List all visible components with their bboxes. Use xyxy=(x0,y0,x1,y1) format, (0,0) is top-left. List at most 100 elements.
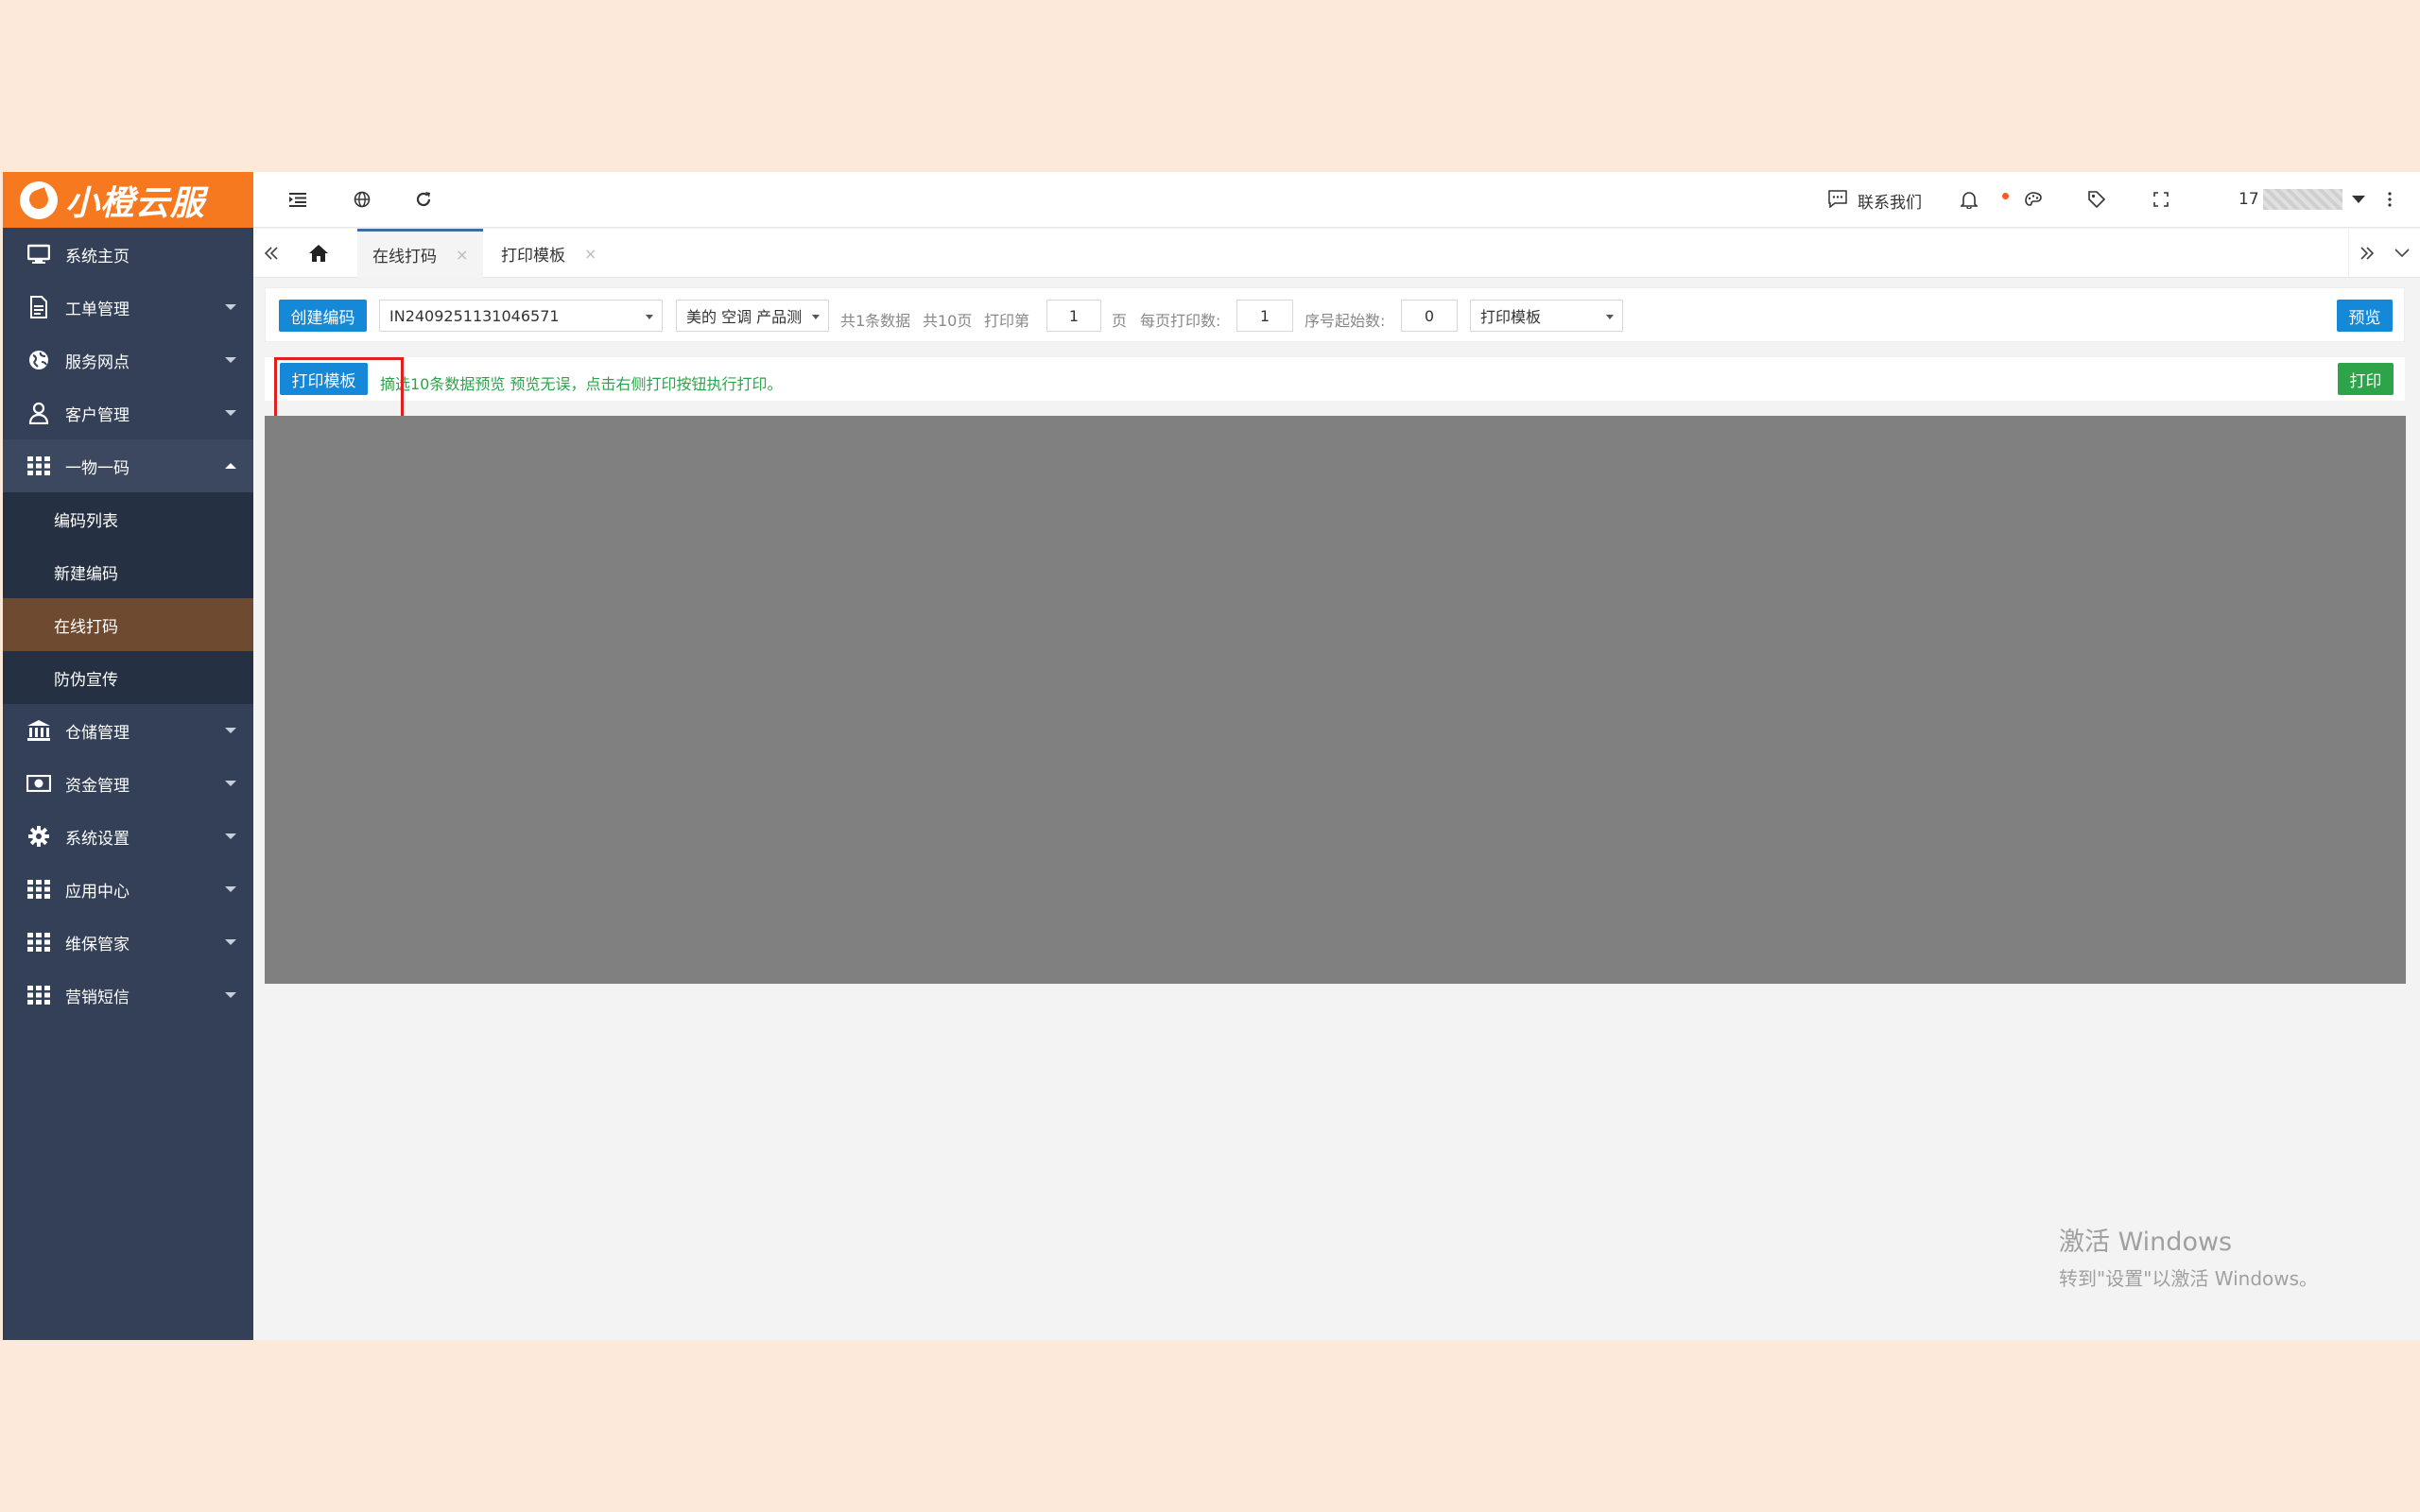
print-page-input[interactable] xyxy=(1046,300,1101,332)
chevron-down-icon xyxy=(225,357,236,363)
more-vertical-icon[interactable] xyxy=(2376,185,2404,214)
monitor-icon xyxy=(26,241,52,267)
sidebar-subitem-code-list[interactable]: 编码列表 xyxy=(3,492,253,545)
sidebar-item-label: 工单管理 xyxy=(65,300,130,319)
grid-icon xyxy=(26,453,52,479)
sidebar-subitem-label: 新建编码 xyxy=(54,564,118,584)
chevron-down-icon xyxy=(225,304,236,310)
chevron-down-icon xyxy=(225,992,236,998)
create-code-button[interactable]: 创建编码 xyxy=(279,300,367,332)
tab-bar: 在线打码 × 打印模板 × xyxy=(253,229,2420,278)
sidebar-item-label: 仓储管理 xyxy=(65,723,130,743)
tag-icon[interactable] xyxy=(2083,185,2111,214)
total-records: 共1条数据 xyxy=(840,312,911,330)
print-preview-area xyxy=(265,416,2406,984)
product-select[interactable]: 美的 空调 产品测 xyxy=(676,300,829,332)
submenu-one-code: 编码列表 新建编码 在线打码 防伪宣传 xyxy=(3,492,253,704)
logo-icon xyxy=(20,180,58,219)
menu-toggle-icon[interactable] xyxy=(284,185,312,214)
sidebar-item-app-center[interactable]: 应用中心 xyxy=(3,863,253,916)
grid-icon xyxy=(26,929,52,955)
user-name: 17 xyxy=(2238,190,2259,209)
tabs-scroll-left-icon[interactable] xyxy=(253,229,289,278)
sidebar-item-label: 客户管理 xyxy=(65,405,130,425)
home-icon[interactable] xyxy=(301,229,337,278)
sidebar-item-label: 一物一码 xyxy=(65,458,130,478)
sidebar-item-label: 系统主页 xyxy=(65,247,130,266)
print-template-button[interactable]: 打印模板 xyxy=(280,363,368,395)
theme-icon[interactable] xyxy=(2019,185,2048,214)
sidebar-item-customers[interactable]: 客户管理 xyxy=(3,387,253,439)
contact-us-label: 联系我们 xyxy=(1858,194,1922,213)
seq-start-label: 序号起始数: xyxy=(1305,312,1386,330)
sidebar-subitem-new-code[interactable]: 新建编码 xyxy=(3,545,253,598)
tab-print-template[interactable]: 打印模板 × xyxy=(486,229,612,278)
sidebar-item-home[interactable]: 系统主页 xyxy=(3,228,253,281)
tabs-scroll-right-icon[interactable] xyxy=(2348,229,2384,278)
code-select[interactable]: IN2409251131046571 xyxy=(379,300,663,332)
chevron-down-icon xyxy=(225,833,236,839)
chevron-down-icon xyxy=(225,410,236,416)
sidebar-item-service-points[interactable]: 服务网点 xyxy=(3,334,253,387)
tab-label: 打印模板 xyxy=(501,246,565,266)
app-window: 小橙云服 系统主页 工单管理 服务网点 客户管理 一物一码 编码列表 新建编码 … xyxy=(3,172,2420,1340)
sidebar-item-warehouse[interactable]: 仓储管理 xyxy=(3,704,253,757)
close-icon[interactable]: × xyxy=(456,246,468,264)
print-page-suffix: 页 xyxy=(1112,312,1128,330)
sidebar-subitem-label: 防伪宣传 xyxy=(54,670,118,690)
sidebar-item-funds[interactable]: 资金管理 xyxy=(3,757,253,810)
sidebar-item-label: 营销短信 xyxy=(65,988,130,1007)
money-icon xyxy=(26,770,52,797)
sidebar-item-label: 资金管理 xyxy=(65,776,130,796)
globe-icon[interactable] xyxy=(348,185,376,214)
print-action-bar: 打印模板 摘选10条数据预览 预览无误，点击右侧打印按钮执行打印。 打印 xyxy=(265,357,2405,401)
sidebar: 小橙云服 系统主页 工单管理 服务网点 客户管理 一物一码 编码列表 新建编码 … xyxy=(3,172,253,1340)
user-menu[interactable]: 17 xyxy=(2238,189,2365,210)
per-page-label: 每页打印数: xyxy=(1140,312,1221,330)
sidebar-subitem-online-print[interactable]: 在线打码 xyxy=(3,598,253,651)
logo-text: 小橙云服 xyxy=(65,183,206,223)
code-select-value: IN2409251131046571 xyxy=(389,306,560,325)
chevron-down-icon xyxy=(812,315,820,319)
user-name-redacted xyxy=(2262,189,2342,210)
sidebar-item-maintenance[interactable]: 维保管家 xyxy=(3,916,253,969)
sidebar-item-one-code[interactable]: 一物一码 xyxy=(3,439,253,492)
chevron-down-icon xyxy=(225,939,236,945)
chevron-up-icon xyxy=(225,463,236,469)
print-toolbar: 创建编码 IN2409251131046571 美的 空调 产品测 共1条数据 … xyxy=(265,287,2405,342)
tabs-dropdown-icon[interactable] xyxy=(2384,229,2420,278)
windows-activation-watermark: 激活 Windows 转到"设置"以激活 Windows。 xyxy=(2059,1221,2318,1291)
contact-us-button[interactable]: 联系我们 xyxy=(1827,189,1922,213)
gear-icon xyxy=(26,823,52,850)
logo[interactable]: 小橙云服 xyxy=(3,172,253,228)
per-page-input[interactable] xyxy=(1236,300,1293,332)
chevron-down-icon xyxy=(225,728,236,733)
refresh-icon[interactable] xyxy=(409,185,438,214)
watermark-line1: 激活 Windows xyxy=(2059,1228,2233,1257)
print-button[interactable]: 打印 xyxy=(2338,363,2394,395)
chevron-down-icon xyxy=(2351,196,2365,203)
sidebar-subitem-anti-fake[interactable]: 防伪宣传 xyxy=(3,651,253,704)
bank-icon xyxy=(26,717,52,744)
print-page-prefix: 打印第 xyxy=(984,312,1030,330)
sidebar-item-label: 维保管家 xyxy=(65,935,130,954)
total-pages: 共10页 xyxy=(923,312,973,330)
template-select[interactable]: 打印模板 xyxy=(1470,300,1623,332)
close-icon[interactable]: × xyxy=(584,245,596,263)
tab-online-print[interactable]: 在线打码 × xyxy=(357,229,484,278)
bell-icon[interactable] xyxy=(1955,185,1983,214)
chevron-down-icon xyxy=(1606,315,1614,319)
watermark-line2: 转到"设置"以激活 Windows。 xyxy=(2059,1267,2319,1290)
sidebar-item-workorder[interactable]: 工单管理 xyxy=(3,281,253,334)
template-select-value: 打印模板 xyxy=(1480,308,1542,326)
sidebar-subitem-label: 编码列表 xyxy=(54,511,118,531)
grid-icon xyxy=(26,982,52,1008)
seq-start-input[interactable] xyxy=(1401,300,1458,332)
sidebar-item-sms[interactable]: 营销短信 xyxy=(3,969,253,1022)
sidebar-item-label: 系统设置 xyxy=(65,829,130,849)
sidebar-item-label: 服务网点 xyxy=(65,352,130,372)
sidebar-item-settings[interactable]: 系统设置 xyxy=(3,810,253,863)
preview-button[interactable]: 预览 xyxy=(2337,300,2393,332)
chevron-down-icon xyxy=(225,886,236,892)
fullscreen-icon[interactable] xyxy=(2147,185,2175,214)
